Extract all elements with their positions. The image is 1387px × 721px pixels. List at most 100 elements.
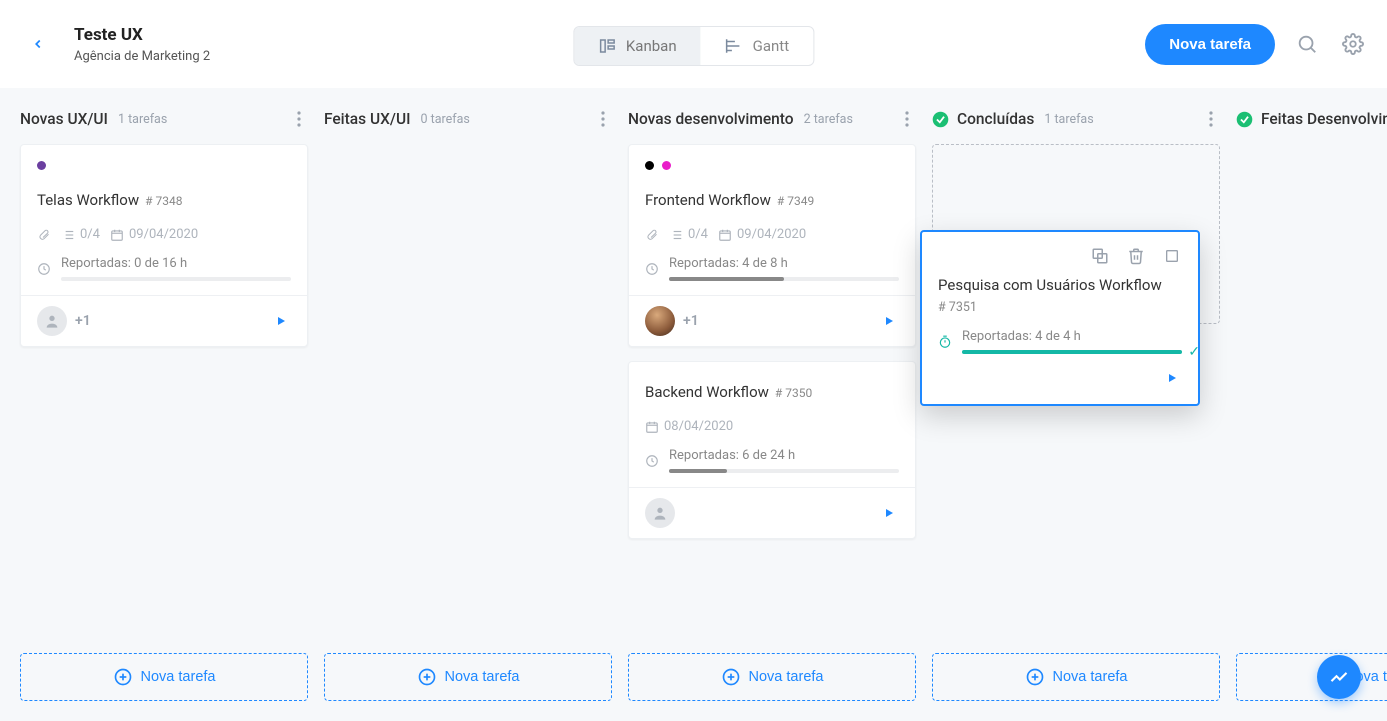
due-date-text: 08/04/2020 xyxy=(664,419,733,434)
search-button[interactable] xyxy=(1293,30,1321,58)
card-title: Backend Workflow xyxy=(645,383,769,401)
reported-row: Reportadas: 0 de 16 h xyxy=(37,256,291,281)
task-card[interactable]: Frontend Workflow # 7349 0/4 09/04/2020 xyxy=(628,144,916,347)
play-icon xyxy=(1166,372,1178,384)
dragging-task-card[interactable]: Pesquisa com Usuários Workflow # 7351 Re… xyxy=(920,230,1200,406)
play-icon xyxy=(883,507,895,519)
due-date: 09/04/2020 xyxy=(110,227,198,242)
assignees-extra: +1 xyxy=(75,313,91,329)
add-task-lane[interactable]: Nova tarefa xyxy=(1236,653,1387,701)
reported-row: Reportadas: 4 de 4 h ✓ xyxy=(938,329,1182,354)
column-title: Novas desenvolvimento xyxy=(628,110,794,128)
reported-row: Reportadas: 4 de 8 h xyxy=(645,256,899,281)
copy-button[interactable] xyxy=(1090,246,1110,266)
card-meta: 0/4 09/04/2020 xyxy=(645,227,899,242)
new-task-button[interactable]: Nova tarefa xyxy=(1145,24,1275,65)
column-count: 0 tarefas xyxy=(420,112,469,127)
column-menu-button[interactable] xyxy=(594,111,612,127)
due-date: 08/04/2020 xyxy=(645,419,733,434)
add-task-lane[interactable]: Nova tarefa xyxy=(324,653,612,701)
check-circle-icon xyxy=(932,111,949,128)
avatar-placeholder xyxy=(645,498,675,528)
column-menu-button[interactable] xyxy=(898,111,916,127)
tag-dot xyxy=(645,161,654,170)
attachment-icon xyxy=(37,228,51,242)
add-task-lane[interactable]: Nova tarefa xyxy=(628,653,916,701)
task-card[interactable]: Backend Workflow # 7350 08/04/2020 Repor… xyxy=(628,361,916,539)
plus-circle-icon xyxy=(721,667,741,687)
column-feitas-dev: Feitas Desenvolvim Nova tarefa xyxy=(1236,104,1387,701)
calendar-icon xyxy=(718,228,732,242)
analytics-fab[interactable] xyxy=(1317,655,1361,699)
progress-track xyxy=(61,277,291,281)
column-title: Feitas UX/UI xyxy=(324,110,410,128)
card-title: Pesquisa com Usuários Workflow xyxy=(938,276,1182,294)
delete-button[interactable] xyxy=(1126,246,1146,266)
reported-label: Reportadas: 4 de 4 h xyxy=(962,329,1182,344)
dots-vertical-icon xyxy=(1209,111,1213,127)
progress-fill xyxy=(669,469,727,473)
column-menu-button[interactable] xyxy=(1202,111,1220,127)
column-title: Novas UX/UI xyxy=(20,110,108,128)
card-title: Frontend Workflow xyxy=(645,191,771,209)
reported-label: Reportadas: 4 de 8 h xyxy=(669,256,899,271)
page-title: Teste UX xyxy=(74,25,210,45)
back-button[interactable] xyxy=(20,26,56,62)
card-meta: 08/04/2020 xyxy=(645,419,899,434)
card-meta: 0/4 09/04/2020 xyxy=(37,227,291,242)
check-icon: ✓ xyxy=(1188,344,1200,360)
plus-circle-icon xyxy=(1025,667,1045,687)
play-button[interactable] xyxy=(271,311,291,331)
square-icon xyxy=(1164,248,1180,264)
tab-gantt[interactable]: Gantt xyxy=(701,27,813,65)
gear-icon xyxy=(1342,33,1364,55)
progress-track xyxy=(669,277,899,281)
column-count: 2 tarefas xyxy=(804,112,853,127)
column-count: 1 tarefas xyxy=(118,112,167,127)
column-title: Feitas Desenvolvim xyxy=(1261,110,1387,128)
reported-row: Reportadas: 6 de 24 h xyxy=(645,448,899,473)
play-button[interactable] xyxy=(879,503,899,523)
reported-label: Reportadas: 0 de 16 h xyxy=(61,256,291,271)
card-title: Telas Workflow xyxy=(37,191,139,209)
subtasks: 0/4 xyxy=(61,227,100,242)
list-icon xyxy=(61,228,75,242)
due-date-text: 09/04/2020 xyxy=(737,227,806,242)
progress-track xyxy=(669,469,899,473)
task-card[interactable]: Telas Workflow # 7348 0/4 09/04/2020 xyxy=(20,144,308,347)
play-button[interactable] xyxy=(879,311,899,331)
tab-kanban[interactable]: Kanban xyxy=(574,27,701,65)
settings-button[interactable] xyxy=(1339,30,1367,58)
add-task-lane[interactable]: Nova tarefa xyxy=(932,653,1220,701)
person-icon xyxy=(44,313,60,329)
reported-label: Reportadas: 6 de 24 h xyxy=(669,448,899,463)
play-icon xyxy=(275,315,287,327)
column-menu-button[interactable] xyxy=(290,111,308,127)
archive-button[interactable] xyxy=(1162,246,1182,266)
dots-vertical-icon xyxy=(601,111,605,127)
add-task-label: Nova tarefa xyxy=(445,669,520,685)
due-date-text: 09/04/2020 xyxy=(129,227,198,242)
stopwatch-icon xyxy=(938,335,952,349)
person-icon xyxy=(652,505,668,521)
search-icon xyxy=(1296,33,1318,55)
column-header: Novas UX/UI 1 tarefas xyxy=(20,104,308,134)
calendar-icon xyxy=(110,228,124,242)
assignees-extra: +1 xyxy=(683,313,699,329)
list-icon xyxy=(669,228,683,242)
copy-icon xyxy=(1091,247,1109,265)
add-task-label: Nova tarefa xyxy=(749,669,824,685)
play-button[interactable] xyxy=(1162,368,1182,388)
card-id: # 7350 xyxy=(775,386,812,400)
tag-dot xyxy=(662,161,671,170)
column-novas-ux: Novas UX/UI 1 tarefas Telas Workflow # 7… xyxy=(20,104,308,701)
column-feitas-ux: Feitas UX/UI 0 tarefas Nova tarefa xyxy=(324,104,612,701)
chart-icon xyxy=(1329,667,1349,687)
subtasks-count: 0/4 xyxy=(80,227,100,242)
clock-icon xyxy=(37,262,51,276)
column-novas-dev: Novas desenvolvimento 2 tarefas Frontend… xyxy=(628,104,916,701)
tab-kanban-label: Kanban xyxy=(626,37,677,55)
plus-circle-icon xyxy=(113,667,133,687)
add-task-lane[interactable]: Nova tarefa xyxy=(20,653,308,701)
avatar xyxy=(645,306,675,336)
